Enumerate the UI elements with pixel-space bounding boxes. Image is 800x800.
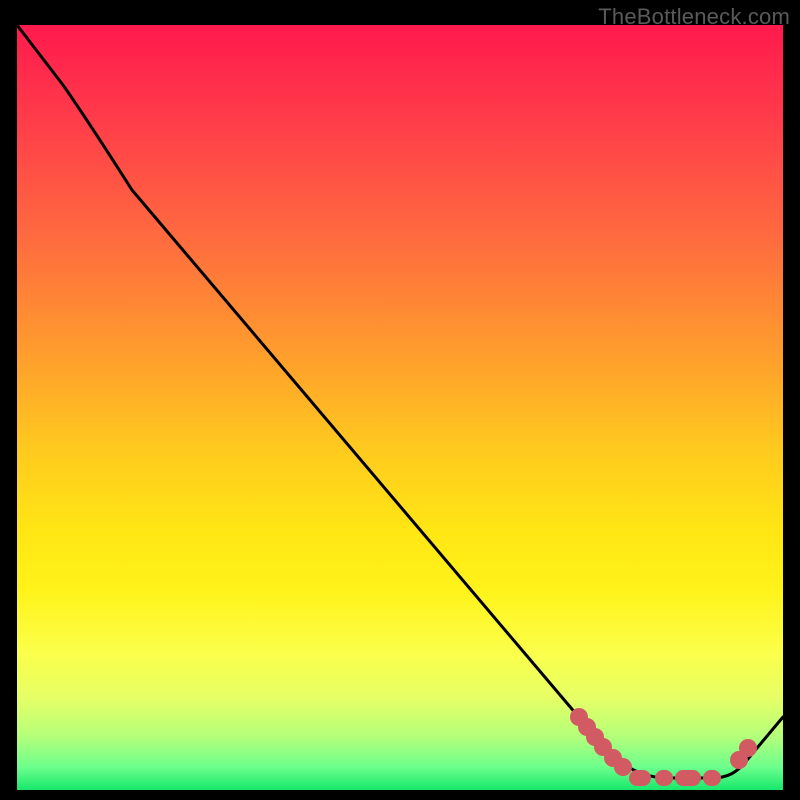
plot-area	[17, 25, 783, 790]
chart-stage: TheBottleneck.com	[0, 0, 800, 800]
watermark-text: TheBottleneck.com	[598, 4, 790, 30]
curve-line	[17, 25, 783, 778]
bottleneck-curve	[17, 25, 783, 790]
